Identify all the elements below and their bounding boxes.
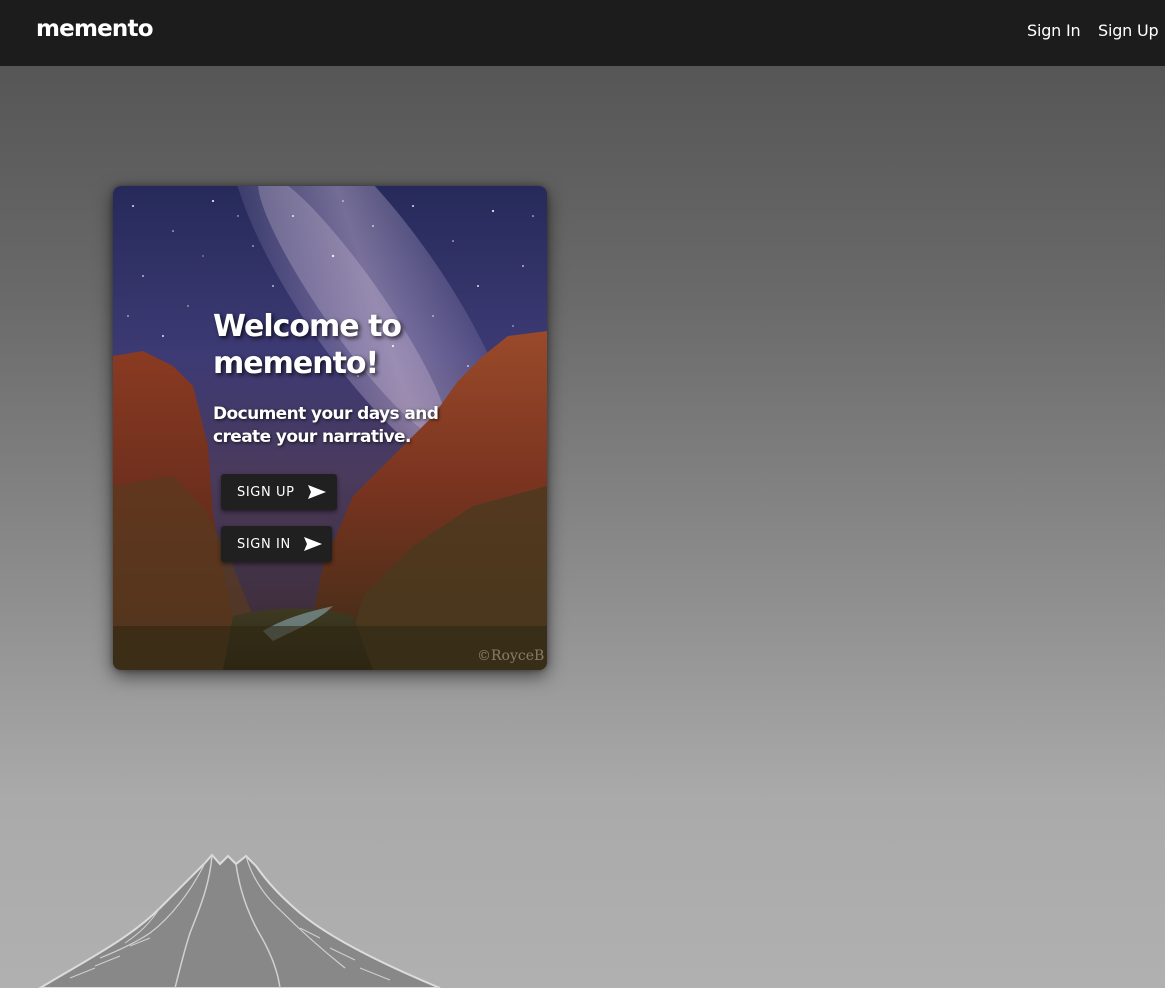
welcome-card: Welcome to memento! Document your days a… [113, 186, 547, 670]
sign-up-button-label: SIGN UP [237, 484, 295, 500]
top-navbar: memento Sign In Sign Up [0, 0, 1165, 66]
send-icon [303, 536, 323, 552]
brand-logo[interactable]: memento [36, 16, 154, 42]
sign-in-button-label: SIGN IN [237, 536, 291, 552]
mountain-illustration [38, 853, 441, 988]
photo-watermark: ©RoyceB [477, 648, 545, 664]
welcome-title: Welcome to memento! [213, 309, 402, 381]
nav-sign-in-link[interactable]: Sign In [1027, 21, 1081, 40]
sign-up-button[interactable]: SIGN UP [221, 474, 337, 510]
nav-sign-up-link[interactable]: Sign Up [1098, 21, 1159, 40]
send-icon [307, 484, 327, 500]
sign-in-button[interactable]: SIGN IN [221, 526, 332, 562]
tagline: Document your days and create your narra… [213, 404, 439, 447]
